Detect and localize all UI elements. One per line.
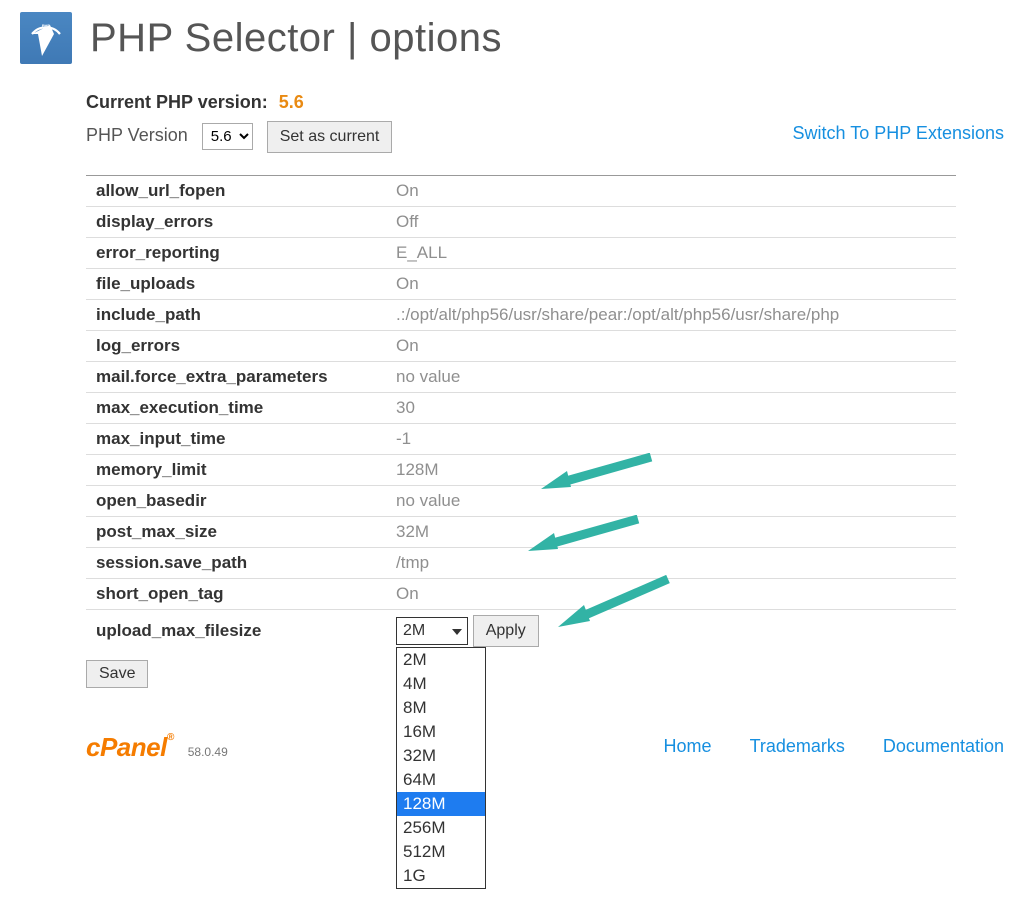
option-value[interactable]: On <box>386 579 956 610</box>
current-version-label: Current PHP version: <box>86 92 268 112</box>
option-name: mail.force_extra_parameters <box>86 362 386 393</box>
table-row: max_execution_time30 <box>86 393 956 424</box>
page-header: PHP PHP Selector | options <box>20 12 1004 64</box>
option-value[interactable]: On <box>386 331 956 362</box>
current-version-value: 5.6 <box>279 92 304 112</box>
apply-button[interactable]: Apply <box>473 615 539 647</box>
page-title: PHP Selector | options <box>90 16 502 61</box>
footer-link-trademarks[interactable]: Trademarks <box>750 736 845 757</box>
table-row: memory_limit128M <box>86 455 956 486</box>
option-value: 2M2M4M8M16M32M64M128M256M512M1G Apply <box>386 610 956 653</box>
table-row: file_uploadsOn <box>86 269 956 300</box>
cpanel-logo: cPanel® <box>86 732 174 763</box>
option-value[interactable]: 30 <box>386 393 956 424</box>
option-name: allow_url_fopen <box>86 176 386 207</box>
dropdown-option[interactable]: 32M <box>397 744 485 768</box>
php-selector-icon: PHP <box>20 12 72 64</box>
table-row: short_open_tagOn <box>86 579 956 610</box>
php-version-label: PHP Version <box>86 125 188 146</box>
upload-max-filesize-select[interactable]: 2M <box>396 617 468 645</box>
dropdown-option[interactable]: 8M <box>397 696 485 720</box>
option-name: open_basedir <box>86 486 386 517</box>
current-php-version-line: Current PHP version: 5.6 <box>86 92 1004 113</box>
dropdown-option[interactable]: 256M <box>397 816 485 840</box>
table-row: max_input_time-1 <box>86 424 956 455</box>
option-name: max_input_time <box>86 424 386 455</box>
table-row: mail.force_extra_parametersno value <box>86 362 956 393</box>
dropdown-option[interactable]: 64M <box>397 768 485 792</box>
option-value[interactable]: E_ALL <box>386 238 956 269</box>
option-value[interactable]: .:/opt/alt/php56/usr/share/pear:/opt/alt… <box>386 300 956 331</box>
option-value[interactable]: 32M <box>386 517 956 548</box>
table-row: open_basedirno value <box>86 486 956 517</box>
table-row: error_reportingE_ALL <box>86 238 956 269</box>
upload-max-filesize-select-wrap: 2M2M4M8M16M32M64M128M256M512M1G <box>396 617 468 645</box>
option-name: include_path <box>86 300 386 331</box>
option-name: memory_limit <box>86 455 386 486</box>
option-value[interactable]: /tmp <box>386 548 956 579</box>
dropdown-option[interactable]: 4M <box>397 672 485 696</box>
table-row: allow_url_fopenOn <box>86 176 956 207</box>
footer-link-documentation[interactable]: Documentation <box>883 736 1004 757</box>
option-value[interactable]: On <box>386 269 956 300</box>
table-row: include_path.:/opt/alt/php56/usr/share/p… <box>86 300 956 331</box>
set-as-current-button[interactable]: Set as current <box>267 121 393 153</box>
php-version-select[interactable]: 5.6 <box>202 123 253 150</box>
option-value[interactable]: no value <box>386 362 956 393</box>
option-name: log_errors <box>86 331 386 362</box>
option-value[interactable]: Off <box>386 207 956 238</box>
option-name: short_open_tag <box>86 579 386 610</box>
footer: cPanel® 58.0.49 Home Trademarks Document… <box>86 732 1004 763</box>
cpanel-version: 58.0.49 <box>188 745 228 759</box>
svg-text:PHP: PHP <box>42 23 51 28</box>
option-name: display_errors <box>86 207 386 238</box>
option-name: post_max_size <box>86 517 386 548</box>
dropdown-option[interactable]: 512M <box>397 840 485 864</box>
option-value[interactable]: On <box>386 176 956 207</box>
options-table-wrap: allow_url_fopenOndisplay_errorsOfferror_… <box>86 175 1004 652</box>
dropdown-option[interactable]: 16M <box>397 720 485 744</box>
option-value[interactable]: 128M <box>386 455 956 486</box>
table-row: display_errorsOff <box>86 207 956 238</box>
upload-max-filesize-dropdown[interactable]: 2M4M8M16M32M64M128M256M512M1G <box>396 647 486 889</box>
option-name: file_uploads <box>86 269 386 300</box>
option-name: upload_max_filesize <box>86 610 386 653</box>
footer-link-home[interactable]: Home <box>664 736 712 757</box>
option-name: max_execution_time <box>86 393 386 424</box>
option-value[interactable]: no value <box>386 486 956 517</box>
footer-links: Home Trademarks Documentation <box>664 736 1004 757</box>
table-row: session.save_path/tmp <box>86 548 956 579</box>
php-options-table: allow_url_fopenOndisplay_errorsOfferror_… <box>86 175 956 652</box>
dropdown-option[interactable]: 128M <box>397 792 485 816</box>
table-row: post_max_size32M <box>86 517 956 548</box>
option-name: session.save_path <box>86 548 386 579</box>
dropdown-option[interactable]: 1G <box>397 864 485 888</box>
table-row: log_errorsOn <box>86 331 956 362</box>
table-row: upload_max_filesize2M2M4M8M16M32M64M128M… <box>86 610 956 653</box>
switch-to-extensions-link[interactable]: Switch To PHP Extensions <box>793 123 1004 144</box>
option-value[interactable]: -1 <box>386 424 956 455</box>
option-name: error_reporting <box>86 238 386 269</box>
dropdown-option[interactable]: 2M <box>397 648 485 672</box>
save-button[interactable]: Save <box>86 660 148 688</box>
